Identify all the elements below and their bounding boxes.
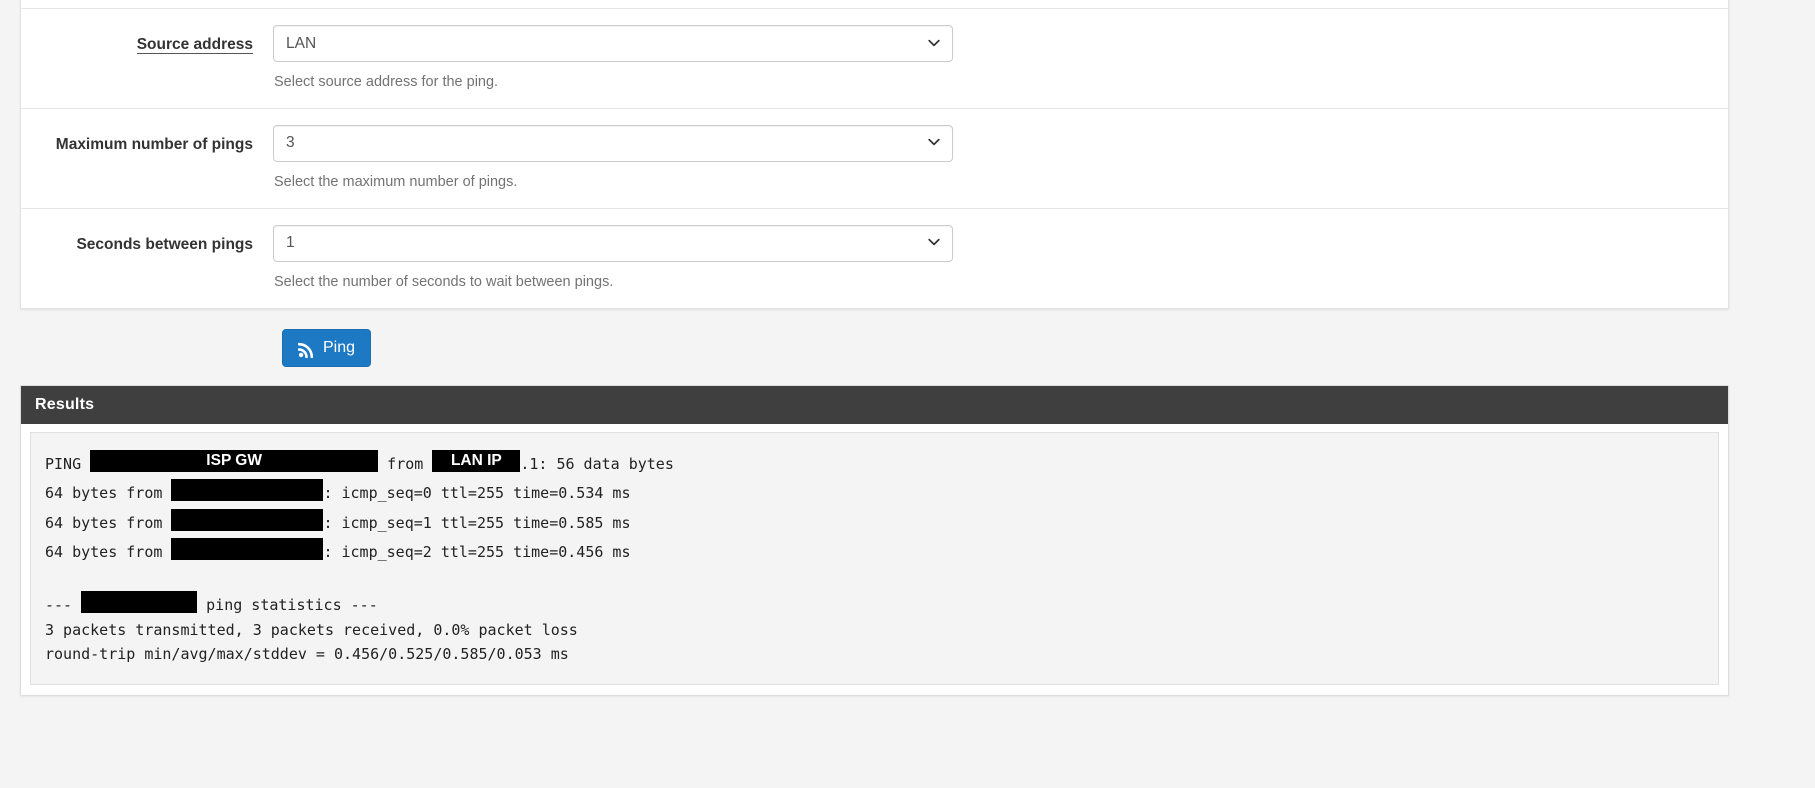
redacted-ip-block: [171, 508, 324, 531]
chevron-down-icon: [928, 37, 940, 49]
label-seconds-between-pings-text: Seconds between pings: [76, 235, 253, 253]
form-row-seconds-between-pings: Seconds between pings 1 Select the numbe…: [21, 209, 1728, 308]
control-wrap-source-address: LAN Select source address for the ping.: [273, 25, 1728, 92]
form-row-ip-protocol: IP Protocol IPv4: [21, 0, 1728, 9]
control-wrap-max-pings: 3 Select the maximum number of pings.: [273, 124, 1728, 192]
label-source-address-text: Source address: [136, 36, 253, 54]
action-bar: Ping: [20, 312, 1729, 390]
label-max-pings-text: Maximum number of pings: [55, 135, 253, 153]
select-source-address[interactable]: LAN: [273, 25, 953, 62]
label-source-address: Source address: [21, 25, 273, 55]
results-panel: Results PING ISP GW from LAN IP .1: 56 da…: [20, 385, 1729, 697]
control-wrap-seconds-between-pings: 1 Select the number of seconds to wait b…: [273, 224, 1728, 292]
redacted-ip-block: ISP GW: [90, 450, 379, 472]
chevron-down-icon: [928, 136, 940, 148]
ping-output-text: PING ISP GW from LAN IP .1: 56 data bytes…: [45, 450, 674, 664]
help-seconds-between-pings: Select the number of seconds to wait bet…: [274, 273, 614, 290]
redacted-ip-block: [81, 591, 198, 614]
form-row-source-address: Source address LAN Select source address…: [21, 9, 1728, 109]
results-body: PING ISP GW from LAN IP .1: 56 data bytes…: [30, 432, 1719, 686]
chevron-down-icon: [928, 236, 940, 248]
select-source-address-value: LAN: [286, 34, 317, 52]
redacted-ip-block: [171, 479, 324, 502]
help-source-address: Select source address for the ping.: [274, 74, 499, 90]
select-max-pings[interactable]: 3: [273, 124, 953, 162]
ping-settings-panel: IP Protocol IPv4 Source address LAN Sele…: [20, 0, 1729, 309]
select-seconds-between-pings[interactable]: 1: [273, 224, 953, 262]
redacted-ip-block: [171, 537, 324, 560]
ping-button[interactable]: Ping: [282, 329, 372, 367]
redacted-ip-block: LAN IP: [432, 450, 521, 472]
label-seconds-between-pings: Seconds between pings: [21, 225, 273, 255]
label-max-pings: Maximum number of pings: [21, 125, 273, 155]
form-row-max-pings: Maximum number of pings 3 Select the max…: [21, 109, 1728, 209]
ping-button-label: Ping: [323, 339, 356, 356]
help-max-pings: Select the maximum number of pings.: [274, 173, 518, 190]
select-seconds-between-pings-value: 1: [286, 234, 295, 252]
select-max-pings-value: 3: [286, 134, 295, 152]
results-panel-header: Results: [21, 386, 1728, 424]
rss-signal-icon: [297, 341, 315, 358]
